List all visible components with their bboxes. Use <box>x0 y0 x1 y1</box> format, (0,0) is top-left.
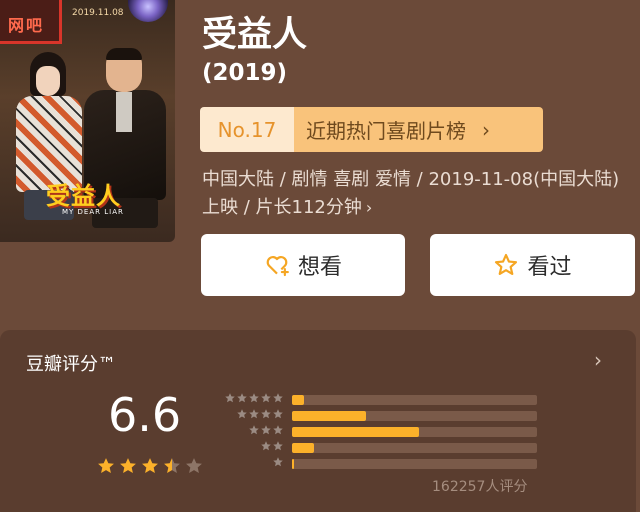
small-star-icon <box>273 441 283 451</box>
row-stars <box>260 440 284 452</box>
seen-label: 看过 <box>527 255 572 280</box>
poster-date: 2019.11.08 <box>72 8 124 18</box>
rating-star-icon <box>164 458 180 473</box>
small-star-icon <box>237 393 247 403</box>
rating-card[interactable]: 豆瓣评分™ › 6.6 162257人评分 <box>0 330 636 512</box>
rating-star-icon <box>186 458 202 473</box>
poster-disco-ball <box>128 0 168 22</box>
small-star-icon <box>237 409 247 419</box>
rating-bar-fill <box>292 427 420 437</box>
row-stars <box>272 456 284 468</box>
small-star-icon <box>249 425 259 435</box>
rating-label: 豆瓣评分™ <box>26 354 116 375</box>
small-star-icon <box>273 409 283 419</box>
rating-bar-track <box>292 443 537 453</box>
row-stars <box>224 392 284 404</box>
rating-bar-track <box>292 395 537 405</box>
rating-star-icon <box>120 458 136 473</box>
average-stars <box>96 456 204 476</box>
movie-poster[interactable]: 网吧 2019.11.08 受益人 MY DEAR LIAR <box>0 0 175 242</box>
small-star-icon <box>249 409 259 419</box>
chevron-right-icon[interactable]: › <box>594 348 602 372</box>
rating-bar-fill <box>292 395 305 405</box>
rating-bar-track <box>292 411 537 421</box>
movie-meta-text: 中国大陆 / 剧情 喜剧 爱情 / 2019-11-08(中国大陆)上映 / 片… <box>202 169 620 218</box>
small-star-icon <box>225 393 235 403</box>
watched-button[interactable]: 看过 <box>430 234 635 296</box>
ranking-list: 近期热门喜剧片榜 › <box>294 107 543 152</box>
rating-star-icon <box>98 458 114 473</box>
ranking-badge[interactable]: No.17 近期热门喜剧片榜 › <box>200 107 543 152</box>
row-stars <box>236 408 284 420</box>
chevron-right-icon: › <box>365 198 373 217</box>
small-star-icon <box>273 393 283 403</box>
poster-title: 受益人 <box>46 182 121 210</box>
want-label: 想看 <box>297 255 342 280</box>
rating-bar-fill <box>292 411 366 421</box>
rating-count: 162257人评分 <box>432 479 528 495</box>
ranking-number: No.17 <box>200 107 294 152</box>
ranking-list-label: 近期热门喜剧片榜 <box>306 119 466 143</box>
heart-plus-icon <box>266 256 289 277</box>
rating-bar-fill <box>292 443 315 453</box>
movie-year: (2019) <box>202 60 288 86</box>
small-star-icon <box>261 393 271 403</box>
small-star-icon <box>273 457 283 467</box>
poster-subtitle: MY DEAR LIAR <box>62 208 124 216</box>
rating-bar-track <box>292 459 537 469</box>
star-outline-icon <box>495 253 518 275</box>
rating-bar-track <box>292 427 537 437</box>
movie-title: 受益人 <box>202 15 308 55</box>
small-star-icon <box>261 441 271 451</box>
small-star-icon <box>261 409 271 419</box>
rating-bar-fill <box>292 459 295 469</box>
row-stars <box>248 424 284 436</box>
want-to-watch-button[interactable]: 想看 <box>201 234 405 296</box>
rating-star-icon <box>142 458 158 473</box>
movie-meta[interactable]: 中国大陆 / 剧情 喜剧 爱情 / 2019-11-08(中国大陆)上映 / 片… <box>202 166 632 222</box>
small-star-icon <box>249 393 259 403</box>
small-star-icon <box>261 425 271 435</box>
small-star-icon <box>273 425 283 435</box>
chevron-right-icon: › <box>482 117 490 142</box>
poster-neon-sign: 网吧 <box>0 0 62 44</box>
rating-score: 6.6 <box>108 388 182 442</box>
